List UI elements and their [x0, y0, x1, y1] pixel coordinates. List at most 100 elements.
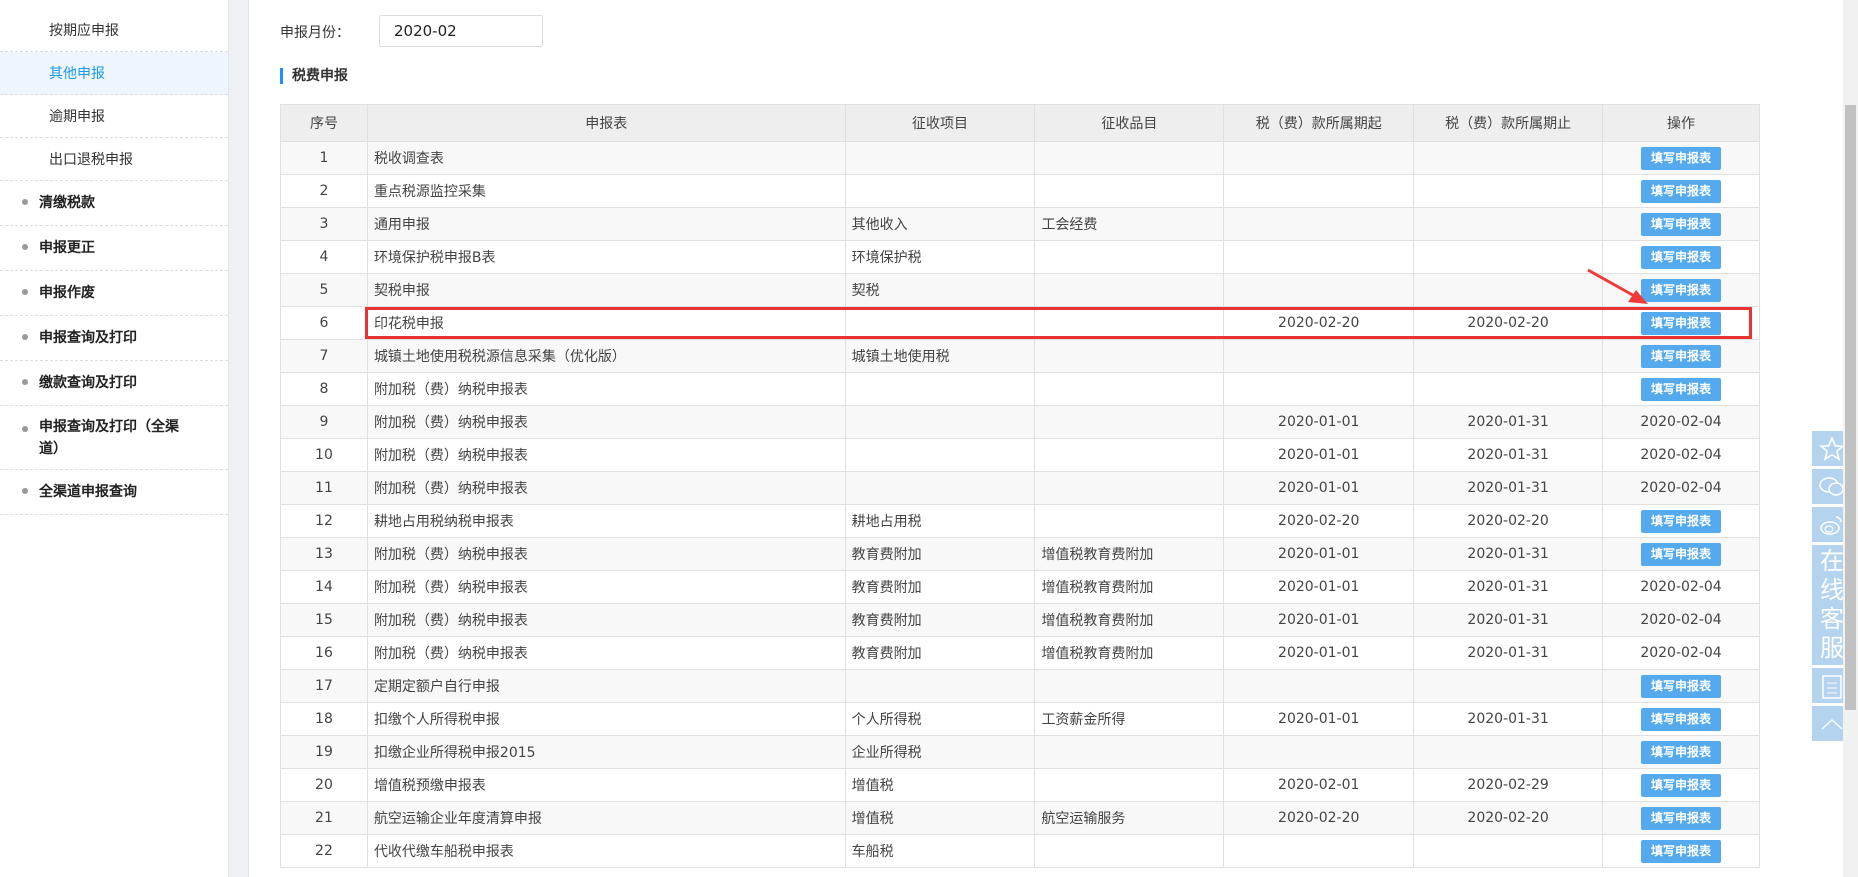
fill-declaration-button[interactable]: 填写申报表 — [1641, 707, 1722, 731]
table-cell: 教育费附加 — [844, 570, 1036, 604]
table-cell: 城镇土地使用税税源信息采集（优化版） — [366, 339, 846, 373]
table-cell: 教育费附加 — [844, 603, 1036, 637]
column-header: 操作 — [1602, 104, 1760, 142]
table-cell: 航空运输企业年度清算申报 — [366, 801, 846, 835]
column-header: 征收项目 — [844, 104, 1036, 142]
table-cell — [1223, 141, 1415, 175]
fill-declaration-button[interactable]: 填写申报表 — [1641, 179, 1722, 203]
table-cell: 2020-02-04 — [1602, 570, 1760, 604]
table-cell: 附加税（费）纳税申报表 — [366, 372, 846, 406]
table-cell — [844, 306, 1036, 340]
sidebar-item-label: 逾期申报 — [49, 109, 105, 125]
table-cell: 其他收入 — [844, 207, 1036, 241]
table-cell: 6 — [280, 306, 368, 340]
table-cell: 附加税（费）纳税申报表 — [366, 438, 846, 472]
table-cell — [1034, 372, 1225, 406]
table-cell: 2020-01-31 — [1413, 702, 1604, 736]
fill-declaration-button[interactable]: 填写申报表 — [1641, 146, 1722, 170]
month-input[interactable]: 2020-02 — [379, 15, 543, 47]
fill-declaration-button[interactable]: 填写申报表 — [1641, 839, 1722, 863]
table-cell: 耕地占用税纳税申报表 — [366, 504, 846, 538]
table-cell: 12 — [280, 504, 368, 538]
table-cell: 契税申报 — [366, 273, 846, 307]
table-cell: 2020-01-31 — [1413, 570, 1604, 604]
sidebar-item[interactable]: 全渠道申报查询 — [0, 470, 228, 515]
sidebar-item-label: 缴款查询及打印 — [39, 375, 137, 391]
table-row: 2 重点税源监控采集 填写申报表 — [280, 174, 1760, 208]
table-row: 14 附加税（费）纳税申报表 教育费附加 增值税教育费附加 2020-01-01 2020… — [280, 570, 1760, 604]
fill-declaration-button[interactable]: 填写申报表 — [1641, 344, 1722, 368]
table-cell: 20 — [280, 768, 368, 802]
table-row: 3 通用申报 其他收入 工会经费 填写申报表 — [280, 207, 1760, 241]
fill-declaration-button[interactable]: 填写申报表 — [1641, 740, 1722, 764]
scrollbar-thumb[interactable] — [1845, 105, 1856, 710]
table-cell — [844, 405, 1036, 439]
table-cell: 2020-01-31 — [1413, 405, 1604, 439]
table-cell: 环境保护税 — [844, 240, 1036, 274]
table-cell: 城镇土地使用税 — [844, 339, 1036, 373]
fill-declaration-button[interactable]: 填写申报表 — [1641, 773, 1722, 797]
sidebar-subitem[interactable]: 出口退税申报 — [0, 138, 228, 181]
table-cell — [1034, 405, 1225, 439]
table-cell: 2020-01-01 — [1223, 702, 1415, 736]
table-row: 11 附加税（费）纳税申报表 2020-01-01 2020-01-31 2020-02… — [280, 471, 1760, 505]
main-content: 申报月份： 2020-02 税费申报 序号 申报表 征收项目 征收品目 税（费）款所属期… — [250, 0, 1843, 877]
table-cell: 工会经费 — [1034, 207, 1225, 241]
action-cell: 填写申报表 — [1602, 801, 1760, 835]
scrollbar[interactable] — [1843, 0, 1858, 877]
action-cell: 填写申报表 — [1602, 207, 1760, 241]
sidebar-item-label: 申报作废 — [39, 285, 95, 301]
sidebar-item[interactable]: 申报查询及打印 — [0, 316, 228, 361]
bullet-icon — [22, 488, 28, 494]
table-cell — [1413, 174, 1604, 208]
table-cell: 2020-02-20 — [1223, 306, 1415, 340]
action-cell: 填写申报表 — [1602, 339, 1760, 373]
table-cell — [1034, 273, 1225, 307]
table-row: 6 印花税申报 2020-02-20 2020-02-20 填写申报表 — [280, 306, 1760, 340]
table-row: 8 附加税（费）纳税申报表 填写申报表 — [280, 372, 1760, 406]
sidebar-item[interactable]: 申报更正 — [0, 226, 228, 271]
sidebar-item[interactable]: 申报查询及打印（全渠道） — [0, 406, 228, 470]
sidebar-item[interactable]: 缴款查询及打印 — [0, 361, 228, 406]
sidebar-subitem[interactable]: 按期应申报 — [0, 9, 228, 52]
sidebar-subitem[interactable]: 其他申报 — [0, 52, 228, 95]
sidebar-item[interactable]: 申报作废 — [0, 271, 228, 316]
fill-declaration-button[interactable]: 填写申报表 — [1641, 311, 1722, 335]
table-cell: 21 — [280, 801, 368, 835]
table-cell — [1034, 471, 1225, 505]
action-cell: 填写申报表 — [1602, 141, 1760, 175]
table-cell: 个人所得税 — [844, 702, 1036, 736]
sidebar-item-label: 清缴税款 — [39, 195, 95, 211]
sidebar-item-label: 全渠道申报查询 — [39, 484, 137, 500]
table-cell: 2020-02-20 — [1413, 504, 1604, 538]
table-row: 17 定期定额户自行申报 填写申报表 — [280, 669, 1760, 703]
action-cell: 填写申报表 — [1602, 702, 1760, 736]
table-cell: 13 — [280, 537, 368, 571]
annotation-arrow-icon — [1587, 268, 1648, 304]
table-cell: 增值税预缴申报表 — [366, 768, 846, 802]
table-cell: 耕地占用税 — [844, 504, 1036, 538]
fill-declaration-button[interactable]: 填写申报表 — [1641, 806, 1722, 830]
sidebar-item[interactable]: 清缴税款 — [0, 181, 228, 226]
action-cell: 填写申报表 — [1602, 537, 1760, 571]
table-cell: 增值税教育费附加 — [1034, 570, 1225, 604]
table-cell: 2020-01-01 — [1223, 471, 1415, 505]
fill-declaration-button[interactable]: 填写申报表 — [1641, 377, 1722, 401]
table-cell: 工资薪金所得 — [1034, 702, 1225, 736]
table-cell: 2020-01-01 — [1223, 537, 1415, 571]
fill-declaration-button[interactable]: 填写申报表 — [1641, 542, 1722, 566]
table-cell — [844, 669, 1036, 703]
table-cell: 航空运输服务 — [1034, 801, 1225, 835]
fill-declaration-button[interactable]: 填写申报表 — [1641, 509, 1722, 533]
table-cell — [1413, 207, 1604, 241]
table-cell — [1034, 438, 1225, 472]
fill-declaration-button[interactable]: 填写申报表 — [1641, 212, 1722, 236]
table-cell — [1034, 504, 1225, 538]
sidebar-subitem[interactable]: 逾期申报 — [0, 95, 228, 138]
table-cell — [1413, 141, 1604, 175]
table-cell — [1223, 735, 1415, 769]
table-cell — [1034, 240, 1225, 274]
fill-declaration-button[interactable]: 填写申报表 — [1641, 674, 1722, 698]
table-row: 12 耕地占用税纳税申报表 耕地占用税 2020-02-20 2020-02-20 填写申… — [280, 504, 1760, 538]
table-cell: 1 — [280, 141, 368, 175]
